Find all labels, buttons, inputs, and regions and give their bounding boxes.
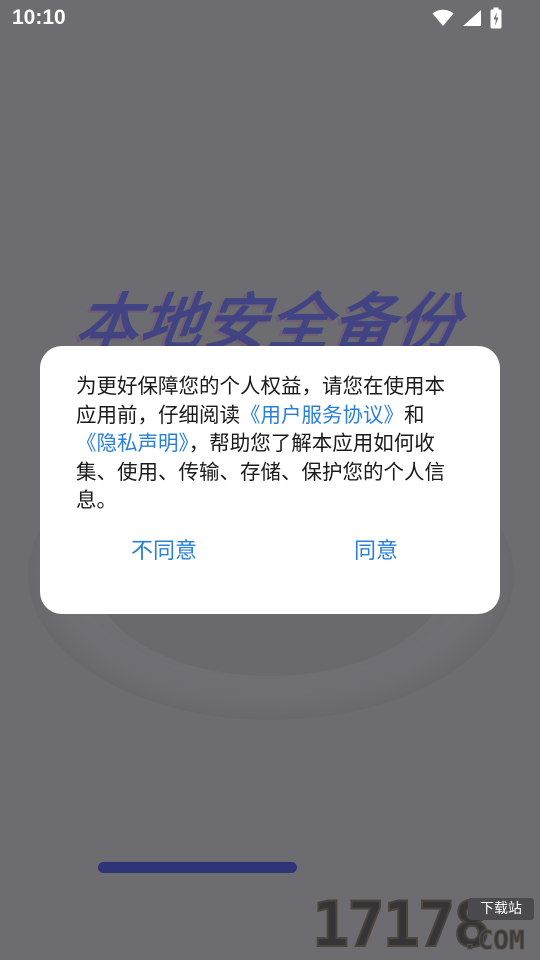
privacy-policy-link[interactable]: 《隐私声明》 xyxy=(76,431,189,455)
site-watermark: 17178 下载站 .COM xyxy=(311,893,540,960)
app-screen: 本地安全备份 本地安全备份 10:10 为更好保障您的个人权益，请您在使用本应用… xyxy=(0,0,540,960)
wifi-icon xyxy=(432,9,454,27)
user-agreement-link[interactable]: 《用户服务协议》 xyxy=(240,403,404,427)
cellular-signal-icon xyxy=(462,9,482,27)
status-icons xyxy=(432,7,502,29)
home-indicator-bar xyxy=(98,862,297,873)
agree-button[interactable]: 同意 xyxy=(350,532,402,572)
battery-charging-icon xyxy=(490,7,502,29)
watermark-domain: .COM xyxy=(462,926,526,956)
status-time: 10:10 xyxy=(12,6,66,29)
disagree-button[interactable]: 不同意 xyxy=(124,532,204,572)
dialog-button-row: 不同意 同意 xyxy=(40,532,500,572)
status-bar: 10:10 xyxy=(0,0,540,36)
dialog-message-and: 和 xyxy=(404,402,425,427)
watermark-tag: 下载站 xyxy=(468,898,534,920)
privacy-consent-dialog: 为更好保障您的个人权益，请您在使用本应用前，仔细阅读《用户服务协议》和《隐私声明… xyxy=(40,346,500,614)
dialog-message: 为更好保障您的个人权益，请您在使用本应用前，仔细阅读《用户服务协议》和《隐私声明… xyxy=(76,372,456,515)
